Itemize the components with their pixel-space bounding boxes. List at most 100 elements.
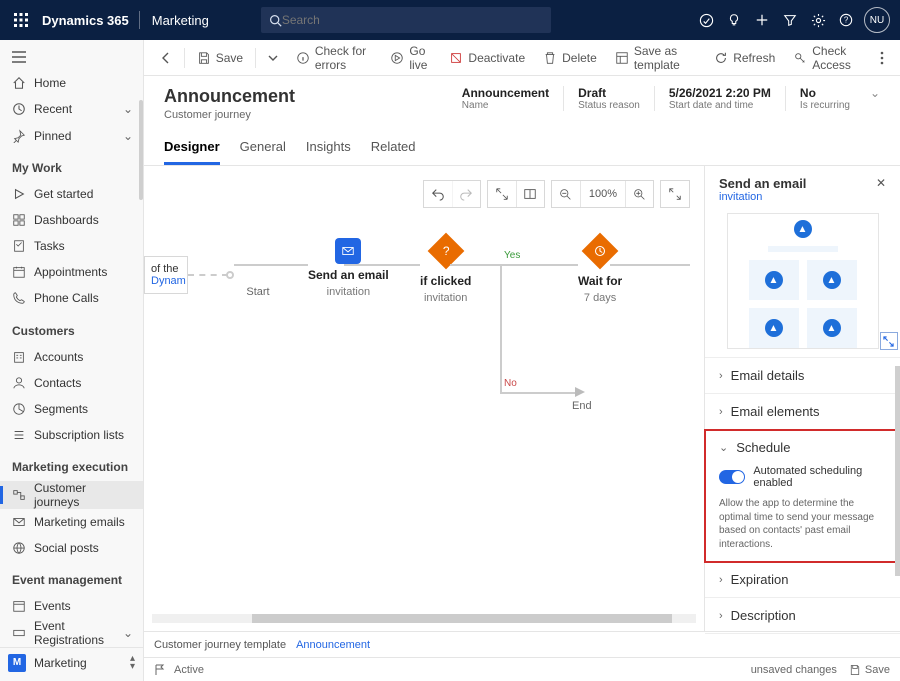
acc-email-details[interactable]: ›Email details	[705, 358, 900, 394]
acc-label: Email elements	[731, 404, 820, 419]
nav-label: Phone Calls	[34, 291, 99, 305]
meta-key: Status reason	[578, 100, 640, 111]
panel-subtitle[interactable]: invitation	[719, 191, 806, 203]
nav-phone-calls[interactable]: Phone Calls	[0, 285, 143, 311]
nav-segments[interactable]: Segments	[0, 396, 143, 422]
site-nav: Home Recent⌄ Pinned⌄ My Work Get started…	[0, 40, 144, 681]
journey-canvas[interactable]: 100% of theDynam Start	[144, 166, 704, 631]
nav-label: Segments	[34, 402, 88, 416]
go-live-button[interactable]: Go live	[382, 40, 439, 76]
nav-label: Get started	[34, 187, 93, 201]
gear-icon[interactable]	[804, 0, 832, 40]
deactivate-button[interactable]: Deactivate	[441, 47, 533, 69]
status-flag-icon[interactable]	[154, 664, 166, 676]
nav-collapse-button[interactable]	[0, 44, 143, 70]
filter-icon[interactable]	[776, 0, 804, 40]
tab-designer[interactable]: Designer	[164, 133, 220, 165]
nav-appointments[interactable]: Appointments	[0, 259, 143, 285]
help-icon[interactable]: ?	[832, 0, 860, 40]
template-icon	[615, 51, 629, 65]
footer-template-link[interactable]: Announcement	[296, 639, 370, 651]
back-button[interactable]	[152, 48, 180, 68]
panel-scrollbar[interactable]	[895, 366, 900, 576]
save-dropdown-button[interactable]	[260, 49, 286, 67]
nav-pinned[interactable]: Pinned⌄	[0, 122, 143, 148]
info-icon	[296, 51, 310, 65]
page-subtitle: Customer journey	[164, 109, 295, 121]
segment-tile[interactable]: of theDynam	[144, 256, 188, 294]
acc-description[interactable]: ›Description	[705, 598, 900, 634]
refresh-button[interactable]: Refresh	[706, 47, 783, 69]
tile-send-email[interactable]: Send an email invitation	[308, 238, 389, 298]
cmd-label: Deactivate	[468, 51, 525, 65]
save-button[interactable]: Save	[189, 47, 251, 69]
search-input[interactable]	[282, 13, 543, 27]
status-bar: Active unsaved changes Save	[144, 657, 900, 681]
save-icon	[197, 51, 211, 65]
lightbulb-icon[interactable]	[720, 0, 748, 40]
tile-wait-for[interactable]: Wait for 7 days	[578, 238, 622, 304]
chevron-right-icon: ›	[719, 406, 723, 418]
nav-event-registrations[interactable]: Event Registrations⌄	[0, 619, 143, 647]
nav-label: Subscription lists	[34, 428, 124, 442]
nav-events[interactable]: Events	[0, 593, 143, 619]
canvas-scrollbar[interactable]	[152, 614, 696, 623]
overflow-button[interactable]	[872, 47, 892, 69]
tab-related[interactable]: Related	[371, 133, 416, 165]
task-icon	[12, 239, 26, 253]
acc-expiration[interactable]: ›Expiration	[705, 562, 900, 598]
svg-text:?: ?	[844, 16, 849, 25]
check-access-button[interactable]: Check Access	[785, 40, 870, 76]
user-avatar[interactable]: NU	[864, 7, 890, 33]
nav-customer-journeys[interactable]: Customer journeys	[0, 481, 143, 509]
close-icon[interactable]: ✕	[876, 176, 886, 190]
brand-label[interactable]: Dynamics 365	[32, 13, 139, 28]
app-launcher-icon[interactable]	[10, 13, 32, 27]
chevron-down-icon: ⌄	[719, 441, 728, 454]
header-expand-button[interactable]: ⌄	[870, 86, 880, 100]
acc-schedule[interactable]: ⌄Schedule Automated scheduling enabled A…	[705, 430, 900, 562]
calendar-icon	[12, 265, 26, 279]
meta-value: Draft	[578, 86, 640, 100]
meta-key: Is recurring	[800, 100, 850, 111]
area-switcher[interactable]: M Marketing ▴▾	[0, 647, 143, 677]
global-search[interactable]	[261, 7, 551, 33]
footer-save-button[interactable]: Save	[849, 664, 890, 676]
acc-email-elements[interactable]: › Email elements	[705, 394, 900, 430]
acc-label: Schedule	[736, 440, 790, 455]
list-icon	[12, 428, 26, 442]
nav-social-posts[interactable]: Social posts	[0, 535, 143, 561]
nav-label: Tasks	[34, 239, 65, 253]
area-label[interactable]: Marketing	[140, 13, 221, 28]
header-meta: AnnouncementName DraftStatus reason 5/26…	[448, 86, 880, 111]
delete-button[interactable]: Delete	[535, 47, 605, 69]
nav-subscription-lists[interactable]: Subscription lists	[0, 422, 143, 448]
nav-dashboards[interactable]: Dashboards	[0, 207, 143, 233]
nav-label: Contacts	[34, 376, 81, 390]
assistant-icon[interactable]	[692, 0, 720, 40]
expand-preview-button[interactable]	[880, 332, 898, 350]
tab-insights[interactable]: Insights	[306, 133, 351, 165]
check-errors-button[interactable]: Check for errors	[288, 40, 381, 76]
nav-accounts[interactable]: Accounts	[0, 344, 143, 370]
auto-schedule-toggle[interactable]	[719, 470, 745, 484]
save-as-template-button[interactable]: Save as template	[607, 40, 704, 76]
acc-label: Description	[731, 608, 796, 623]
area-label: Marketing	[34, 656, 87, 670]
add-icon[interactable]	[748, 0, 776, 40]
tab-general[interactable]: General	[240, 133, 286, 165]
nav-marketing-emails[interactable]: Marketing emails	[0, 509, 143, 535]
nav-scrollbar[interactable]	[139, 100, 143, 200]
end-label: End	[572, 400, 592, 412]
nav-home[interactable]: Home	[0, 70, 143, 96]
nav-get-started[interactable]: Get started	[0, 181, 143, 207]
nav-contacts[interactable]: Contacts	[0, 370, 143, 396]
nav-label: Accounts	[34, 350, 83, 364]
nav-tasks[interactable]: Tasks	[0, 233, 143, 259]
nav-recent[interactable]: Recent⌄	[0, 96, 143, 122]
tile-if-clicked[interactable]: ? if clicked invitation	[420, 238, 471, 304]
panel-title: Send an email	[719, 176, 806, 191]
tile-subtitle: invitation	[327, 286, 370, 298]
unsaved-label: unsaved changes	[751, 664, 837, 676]
play-icon	[12, 187, 26, 201]
